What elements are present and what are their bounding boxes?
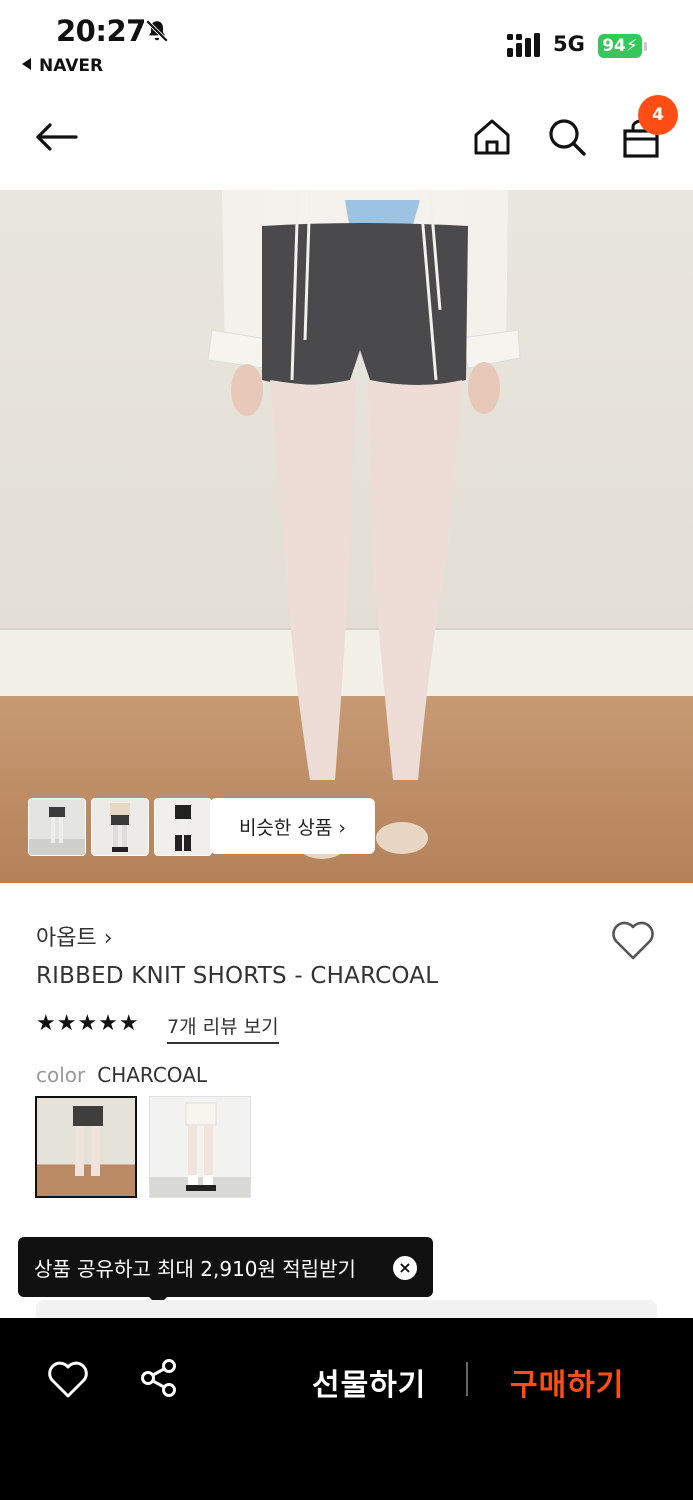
collapsed-panel (36, 1300, 657, 1320)
back-triangle-icon (22, 58, 31, 70)
similar-products-button[interactable]: 비슷한 상품 › (210, 798, 375, 854)
back-app-label: NAVER (39, 56, 104, 76)
top-navigation (0, 95, 693, 190)
battery-indicator: 94⚡ (598, 34, 642, 58)
button-divider (466, 1362, 468, 1396)
color-row: color CHARCOAL (36, 1063, 207, 1087)
reviews-link[interactable]: 7개 리뷰 보기 (167, 1012, 279, 1044)
product-title: RIBBED KNIT SHORTS - CHARCOAL (36, 963, 439, 989)
signal-icon (507, 33, 540, 57)
tooltip-close-icon[interactable]: × (393, 1256, 417, 1280)
back-to-app-link[interactable]: NAVER (22, 56, 103, 76)
swatch-charcoal-image (73, 1106, 103, 1176)
status-time: 20:27 (56, 14, 146, 48)
buy-button[interactable]: 구매하기 (510, 1360, 624, 1404)
cart-count-badge: 4 (638, 95, 678, 135)
search-button[interactable] (543, 113, 591, 161)
status-bar: 20:27 NAVER 5G 94⚡ (0, 0, 693, 95)
rating-stars: ★★★★★ (36, 1011, 140, 1036)
color-label: color (36, 1063, 86, 1087)
thumbnail-2[interactable] (91, 798, 149, 856)
brand-link[interactable]: 아옵트 › (36, 920, 113, 952)
arrow-left-icon (36, 123, 78, 151)
network-type: 5G (553, 32, 585, 56)
color-swatch-charcoal[interactable] (35, 1096, 137, 1198)
wishlist-heart-icon[interactable] (610, 918, 656, 962)
swatch-ivory-image (185, 1102, 217, 1191)
share-icon[interactable] (138, 1357, 180, 1399)
home-button[interactable] (468, 113, 516, 161)
thumbnail-2-image (92, 799, 148, 855)
thumbnail-3[interactable] (154, 798, 212, 856)
share-reward-tooltip: 상품 공유하고 최대 2,910원 적립받기 (18, 1237, 433, 1297)
search-icon (549, 119, 586, 156)
gift-button[interactable]: 선물하기 (312, 1360, 426, 1404)
thumbnail-1-image (29, 799, 85, 855)
model-illustration (207, 190, 521, 859)
back-button[interactable] (32, 113, 80, 161)
home-icon (474, 119, 510, 155)
thumbnail-1[interactable] (28, 798, 86, 856)
thumbnail-3-image (155, 799, 211, 855)
product-image[interactable]: 비슷한 상품 › (0, 190, 693, 883)
battery-level: 94 (602, 36, 626, 56)
heart-icon[interactable] (46, 1358, 90, 1400)
color-swatch-ivory[interactable] (149, 1096, 251, 1198)
tooltip-text: 상품 공유하고 최대 2,910원 적립받기 (34, 1256, 356, 1281)
bottom-action-bar (0, 1318, 693, 1500)
color-value: CHARCOAL (97, 1063, 208, 1087)
battery-tip (644, 42, 647, 51)
bell-muted-icon (145, 19, 169, 43)
image-thumbnails (28, 798, 212, 856)
